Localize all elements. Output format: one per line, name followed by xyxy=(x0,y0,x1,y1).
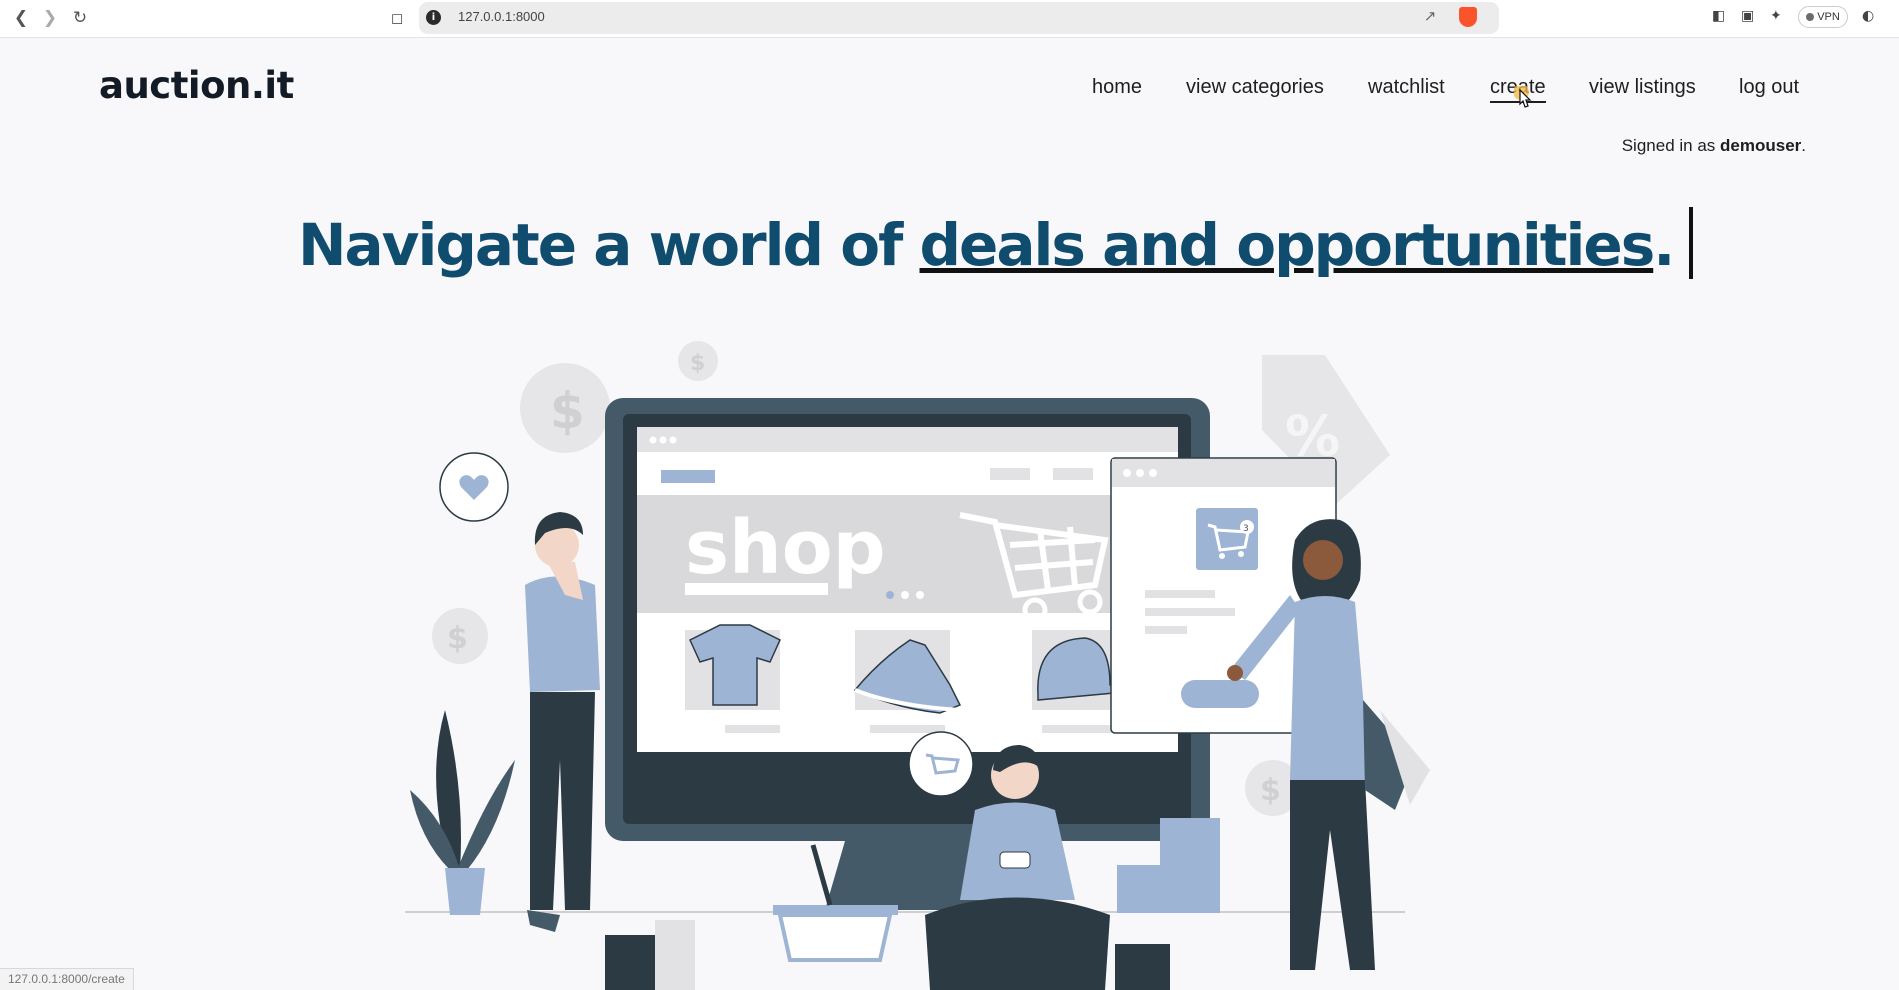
sidebar-icon[interactable]: ◧ xyxy=(1712,8,1725,24)
hero-lead: Navigate a world of xyxy=(298,211,920,279)
typing-caret xyxy=(1689,207,1694,279)
hero-heading: Navigate a world of deals and opportunit… xyxy=(298,207,1694,279)
shopping-illustration: $ $ $ $ $ % shop xyxy=(405,341,1430,990)
svg-text:$: $ xyxy=(550,382,585,440)
info-icon[interactable]: i xyxy=(426,10,441,25)
address-url[interactable]: 127.0.0.1:8000 xyxy=(458,9,545,24)
address-bar[interactable] xyxy=(419,2,1499,34)
woman-surprised xyxy=(525,512,600,932)
plant xyxy=(410,710,515,915)
nav-view-categories[interactable]: view categories xyxy=(1186,76,1324,99)
bookmark-icon[interactable]: ◻ xyxy=(386,7,408,29)
nav-watchlist[interactable]: watchlist xyxy=(1368,76,1445,99)
nav-home[interactable]: home xyxy=(1092,76,1142,99)
leo-ai-icon[interactable]: ✦ xyxy=(1770,8,1782,24)
nav-log-out[interactable]: log out xyxy=(1739,76,1799,99)
status-bar-url: 127.0.0.1:8000/create xyxy=(0,968,134,990)
svg-text:$: $ xyxy=(447,621,468,656)
share-icon[interactable]: ↗ xyxy=(1420,7,1440,27)
signed-in-prefix: Signed in as xyxy=(1621,136,1721,155)
reload-icon[interactable]: ↻ xyxy=(69,7,91,29)
back-arrow-icon[interactable]: ❮ xyxy=(10,7,32,29)
signed-in-status: Signed in as demouser. xyxy=(1622,136,1806,156)
hero-highlight: deals and opportunities xyxy=(919,211,1656,279)
vpn-icon xyxy=(1806,13,1815,21)
cart-badge-count: 3 xyxy=(1243,524,1249,534)
shopping-bag-icon xyxy=(1115,944,1170,990)
vpn-button[interactable]: VPN xyxy=(1798,6,1848,28)
svg-text:$: $ xyxy=(690,351,705,376)
signed-in-suffix: . xyxy=(1801,136,1806,155)
forward-arrow-icon[interactable]: ❯ xyxy=(39,7,61,29)
brave-shield-icon[interactable] xyxy=(1459,7,1477,27)
screen-shop-word: shop xyxy=(685,505,886,591)
browser-toolbar: ❮ ❯ ↻ ◻ i 127.0.0.1:8000 ↗ ◧ ▣ ✦ VPN ◐ xyxy=(0,0,1899,38)
signed-in-username: demouser xyxy=(1720,136,1802,155)
mouse-pointer-icon xyxy=(1514,86,1532,108)
rewards-icon[interactable]: ◐ xyxy=(1862,8,1874,24)
svg-text:$: $ xyxy=(1260,773,1281,808)
wallet-icon[interactable]: ▣ xyxy=(1741,8,1754,24)
hero-trail: . xyxy=(1653,211,1675,279)
nav-view-listings[interactable]: view listings xyxy=(1589,76,1696,99)
site-logo[interactable]: auction.it xyxy=(99,64,294,107)
shopping-bag-icon xyxy=(605,935,660,990)
vpn-label: VPN xyxy=(1817,11,1840,23)
